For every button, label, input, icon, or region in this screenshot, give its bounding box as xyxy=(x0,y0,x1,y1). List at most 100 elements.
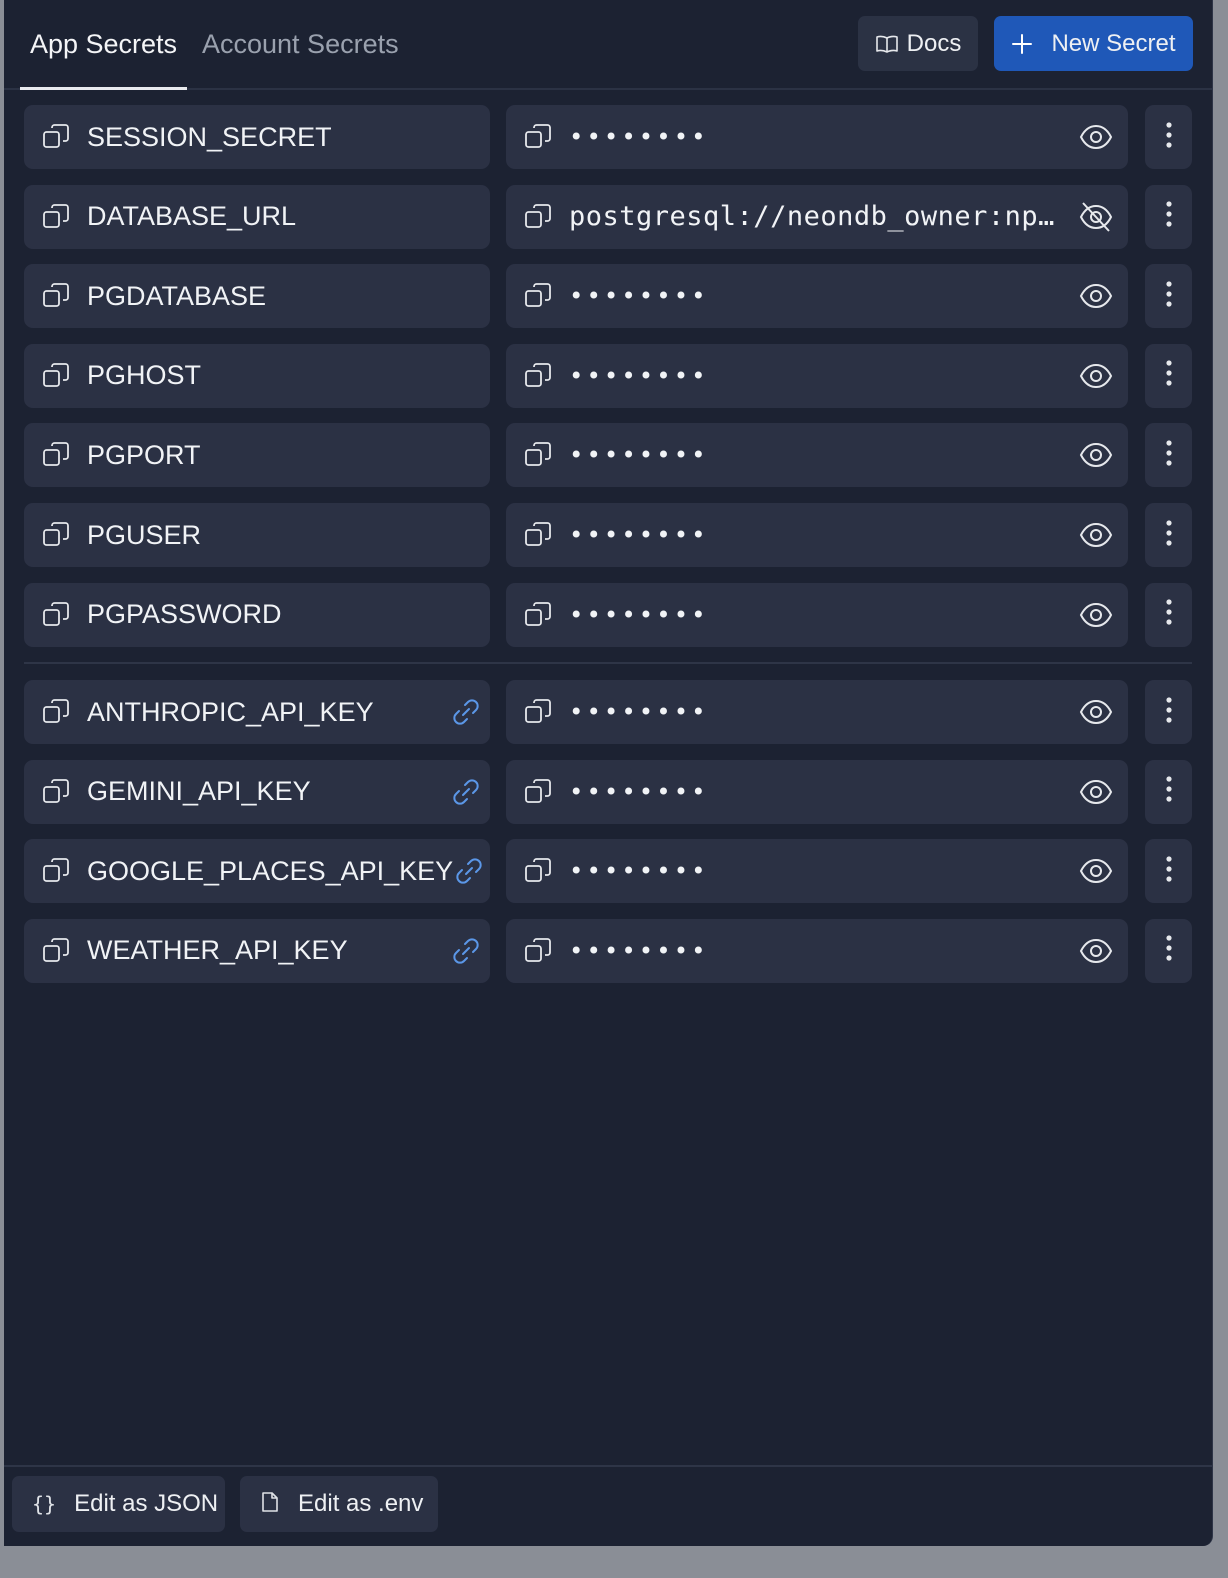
copy-value-icon[interactable] xyxy=(523,361,553,391)
tab-app-secrets[interactable]: App Secrets xyxy=(20,0,187,90)
copy-key-icon[interactable] xyxy=(41,600,71,630)
eye-icon[interactable] xyxy=(1078,278,1114,314)
eye-icon[interactable] xyxy=(1078,694,1114,730)
new-secret-button[interactable]: New Secret xyxy=(994,16,1193,71)
secret-key: PGHOST xyxy=(87,360,202,391)
secret-key-cell: SESSION_SECRET xyxy=(24,105,490,169)
edit-as-json-label: Edit as JSON xyxy=(74,1490,219,1517)
secret-row: SESSION_SECRET •••••••• xyxy=(20,105,1192,169)
secret-key: PGDATABASE xyxy=(87,280,267,311)
copy-value-icon[interactable] xyxy=(523,122,553,152)
secret-key-cell: PGPASSWORD xyxy=(24,582,490,647)
book-icon xyxy=(875,35,898,53)
eye-off-icon[interactable] xyxy=(1078,199,1114,235)
eye-icon[interactable] xyxy=(1078,358,1114,394)
kebab-menu-icon xyxy=(1165,200,1173,233)
secret-key-cell: PGHOST xyxy=(24,343,490,408)
kebab-menu-icon xyxy=(1165,519,1173,552)
eye-icon[interactable] xyxy=(1078,933,1114,969)
more-options-button[interactable] xyxy=(1145,582,1192,647)
copy-key-icon[interactable] xyxy=(41,936,71,966)
copy-value-icon[interactable] xyxy=(523,777,553,807)
secret-value-cell: •••••••• xyxy=(506,105,1128,169)
copy-value-icon[interactable] xyxy=(523,440,553,470)
secret-key: ANTHROPIC_API_KEY xyxy=(87,696,374,727)
secret-value: •••••••• xyxy=(569,282,709,311)
edit-as-json-button[interactable]: {} Edit as JSON xyxy=(12,1476,225,1532)
secret-key: PGUSER xyxy=(87,519,202,550)
eye-icon[interactable] xyxy=(1078,853,1114,889)
kebab-menu-icon xyxy=(1165,439,1173,472)
copy-key-icon[interactable] xyxy=(41,777,71,807)
copy-key-icon[interactable] xyxy=(41,520,71,550)
eye-icon[interactable] xyxy=(1078,437,1114,473)
copy-value-icon[interactable] xyxy=(523,281,553,311)
more-options-button[interactable] xyxy=(1145,680,1192,744)
secret-value: •••••••• xyxy=(569,936,709,965)
link-icon[interactable] xyxy=(450,696,482,728)
secret-value: •••••••• xyxy=(569,361,709,390)
copy-key-icon[interactable] xyxy=(41,361,71,391)
more-options-button[interactable] xyxy=(1145,503,1192,567)
more-options-button[interactable] xyxy=(1145,105,1192,169)
kebab-menu-icon xyxy=(1165,121,1173,154)
secret-value: postgresql://neondb_owner:np… xyxy=(569,201,1055,233)
secret-key-cell: GEMINI_API_KEY xyxy=(24,759,490,824)
copy-value-icon[interactable] xyxy=(523,600,553,630)
plus-icon xyxy=(1012,33,1033,54)
secret-row: PGDATABASE •••••••• xyxy=(20,264,1192,329)
more-options-button[interactable] xyxy=(1145,423,1192,488)
secret-key-cell: PGUSER xyxy=(24,503,490,567)
secret-row: GOOGLE_PLACES_API_KEY •••••••• xyxy=(20,839,1192,904)
secret-value-cell: postgresql://neondb_owner:np… xyxy=(506,184,1128,249)
more-options-button[interactable] xyxy=(1145,264,1192,329)
link-icon[interactable] xyxy=(450,776,482,808)
secret-value: •••••••• xyxy=(569,600,709,629)
more-options-button[interactable] xyxy=(1145,184,1192,249)
copy-key-icon[interactable] xyxy=(41,440,71,470)
more-options-button[interactable] xyxy=(1145,759,1192,824)
secret-value: •••••••• xyxy=(569,123,709,151)
copy-key-icon[interactable] xyxy=(41,697,71,727)
eye-icon[interactable] xyxy=(1078,119,1114,155)
copy-key-icon[interactable] xyxy=(41,281,71,311)
secret-key-cell: DATABASE_URL xyxy=(24,184,490,249)
kebab-menu-icon xyxy=(1165,855,1173,888)
tab-account-secrets[interactable]: Account Secrets xyxy=(202,0,399,88)
link-icon[interactable] xyxy=(453,855,485,887)
edit-as-env-button[interactable]: Edit as .env xyxy=(240,1476,438,1532)
footer: {} Edit as JSON Edit as .env xyxy=(4,1465,1212,1546)
copy-value-icon[interactable] xyxy=(523,936,553,966)
secret-key-cell: ANTHROPIC_API_KEY xyxy=(24,680,490,744)
secret-key-cell: GOOGLE_PLACES_API_KEY xyxy=(24,839,490,904)
more-options-button[interactable] xyxy=(1145,839,1192,904)
secret-key: DATABASE_URL xyxy=(87,201,297,232)
secret-key: WEATHER_API_KEY xyxy=(87,935,348,966)
copy-value-icon[interactable] xyxy=(523,520,553,550)
secret-row: DATABASE_URL postgresql://neondb_owner:np… xyxy=(20,184,1192,249)
eye-icon[interactable] xyxy=(1078,597,1114,633)
secret-row: PGPORT •••••••• xyxy=(20,423,1192,488)
copy-key-icon[interactable] xyxy=(41,202,71,232)
secret-key-cell: PGDATABASE xyxy=(24,264,490,329)
secret-row: PGPASSWORD •••••••• xyxy=(20,582,1192,647)
secret-value-cell: •••••••• xyxy=(506,680,1128,744)
kebab-menu-icon xyxy=(1165,280,1173,313)
secret-row: PGUSER •••••••• xyxy=(20,503,1192,567)
copy-key-icon[interactable] xyxy=(41,856,71,886)
secret-value-cell: •••••••• xyxy=(506,839,1128,904)
secret-row: WEATHER_API_KEY •••••••• xyxy=(20,918,1192,983)
copy-value-icon[interactable] xyxy=(523,202,553,232)
secret-value: •••••••• xyxy=(569,857,709,886)
copy-key-icon[interactable] xyxy=(41,122,71,152)
eye-icon[interactable] xyxy=(1078,517,1114,553)
link-icon[interactable] xyxy=(450,935,482,967)
eye-icon[interactable] xyxy=(1078,774,1114,810)
edit-as-env-label: Edit as .env xyxy=(298,1490,424,1517)
copy-value-icon[interactable] xyxy=(523,697,553,727)
copy-value-icon[interactable] xyxy=(523,856,553,886)
secret-key-cell: WEATHER_API_KEY xyxy=(24,918,490,983)
more-options-button[interactable] xyxy=(1145,343,1192,408)
more-options-button[interactable] xyxy=(1145,918,1192,983)
docs-button[interactable]: Docs xyxy=(858,16,978,71)
